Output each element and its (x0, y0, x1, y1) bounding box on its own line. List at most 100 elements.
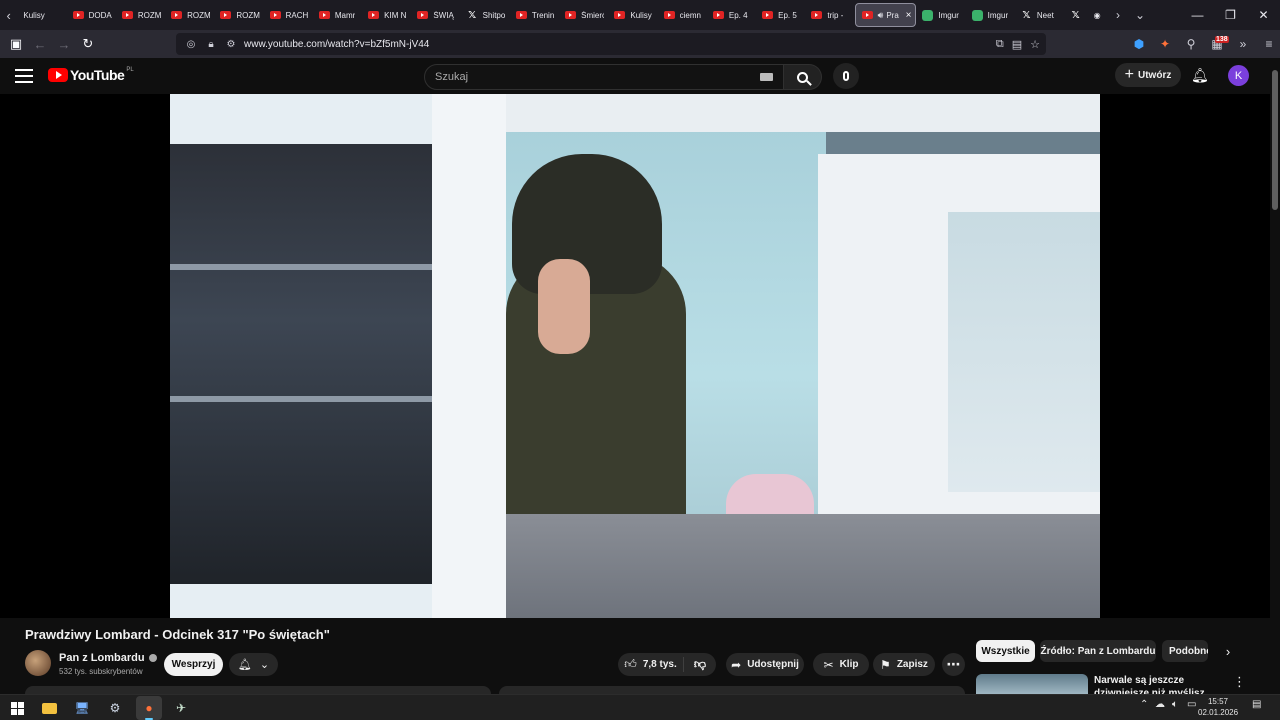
active-browser-tab[interactable]: 🔊︎ Pra × (854, 3, 917, 27)
close-window-icon[interactable]: ✕ (1247, 8, 1280, 22)
bookmark-star-icon[interactable]: ☆ (1030, 38, 1040, 51)
browser-tab[interactable]: Kulisy (608, 3, 657, 27)
share-button[interactable]: ➦ Udostępnij (726, 653, 804, 676)
menu-hamburger-icon[interactable] (15, 69, 33, 83)
browser-tab[interactable]: ŚWIĄ (411, 3, 460, 27)
minimize-icon[interactable]: — (1181, 8, 1214, 22)
speaker-icon[interactable]: 🔊︎ (878, 10, 884, 21)
badge-extension-icon[interactable]: ▦ 138 (1204, 36, 1230, 51)
search-button[interactable] (784, 64, 822, 90)
browser-tab[interactable]: DODA (67, 3, 116, 27)
browser-tab[interactable]: Ep. 4 (707, 3, 756, 27)
notification-center-icon[interactable]: ▤ (1252, 699, 1261, 710)
browser-tab[interactable]: ROZM (214, 3, 263, 27)
tab-label: Kulisy (630, 10, 652, 20)
permissions-icon[interactable]: ⚙ (224, 39, 238, 50)
channel-name[interactable]: Pan z Lombardu (59, 652, 145, 664)
description-box[interactable] (25, 686, 491, 694)
video-player[interactable] (0, 94, 1270, 618)
browser-tab[interactable]: ROZM (165, 3, 214, 27)
tab-scroll-left-icon[interactable]: ‹ (0, 0, 17, 30)
url-text[interactable]: www.youtube.com/watch?v=bZf5mN-jV44 (244, 39, 429, 50)
app-menu-icon[interactable]: ≡ (1256, 37, 1280, 51)
browser-tab[interactable]: ROZM (116, 3, 165, 27)
browser-tab[interactable]: Trenin (510, 3, 559, 27)
channel-name-row[interactable]: Pan z Lombardu (59, 652, 157, 664)
keyboard-icon[interactable] (760, 73, 773, 81)
browser-tab[interactable]: ciemn (658, 3, 707, 27)
browser-tab[interactable]: Ep. 5 (756, 3, 805, 27)
fox-extension-icon[interactable]: ✦ (1152, 37, 1178, 51)
chevron-right-icon[interactable]: › (1220, 644, 1236, 660)
recommendation-thumbnail[interactable] (976, 674, 1088, 694)
notifications-bell-icon[interactable]: 🔔︎ (1191, 67, 1209, 83)
tab-scroll-right-icon[interactable]: › (1107, 8, 1129, 22)
bookmark-icon: ⚑ (880, 657, 891, 672)
picture-in-picture-icon[interactable]: ⧉ (996, 38, 1004, 51)
back-icon[interactable]: ← (28, 30, 52, 58)
recommendation-menu-icon[interactable]: ⋮ (1233, 674, 1246, 690)
video-frame[interactable] (170, 94, 1100, 618)
overflow-menu-icon[interactable]: » (1230, 37, 1256, 51)
channel-avatar[interactable] (25, 650, 51, 676)
more-actions-button[interactable]: ⋯ (942, 653, 965, 676)
browser-tab[interactable]: 𝕏 Neet (1015, 3, 1064, 27)
thumbs-down-icon: 👎︎ (693, 657, 707, 671)
page-scrollbar[interactable] (1270, 58, 1280, 694)
list-all-tabs-icon[interactable]: ⌄ (1129, 8, 1151, 22)
adblock-shield-icon[interactable]: ⬢ (1126, 37, 1152, 51)
firefox-icon[interactable]: ● (140, 699, 158, 717)
share-arrow-icon: ➦ (731, 657, 742, 672)
browser-tab[interactable]: Imgur (916, 3, 965, 27)
scrollbar-thumb[interactable] (1272, 70, 1278, 210)
forward-icon[interactable]: → (52, 30, 76, 58)
browser-tab[interactable]: Mamr (313, 3, 362, 27)
windows-start-icon[interactable] (8, 699, 26, 717)
restore-icon[interactable]: ❐ (1214, 8, 1247, 22)
tray-cloud-icon[interactable]: ☁ (1155, 699, 1165, 710)
tray-chevron-up-icon[interactable]: ⌃ (1140, 699, 1148, 710)
browser-tab[interactable]: RACH (264, 3, 313, 27)
app-icon[interactable]: ✈ (172, 699, 190, 717)
browser-tab[interactable]: ◉ (1086, 3, 1107, 27)
monitor-app-icon[interactable]: 🖥︎ (73, 699, 91, 717)
chip-source[interactable]: Źródło: Pan z Lombardu (1040, 640, 1156, 662)
clip-button[interactable]: ✂ Klip (813, 653, 869, 676)
like-button[interactable]: 👍︎ 7,8 tys. (618, 657, 684, 672)
account-avatar[interactable]: K (1228, 65, 1249, 86)
sidebar-toggle-icon[interactable]: ▣ (4, 30, 28, 58)
notification-settings-button[interactable]: 🔔︎ ⌄ (229, 653, 278, 676)
taskbar-clock[interactable]: 15:57 02.01.2026 (1198, 696, 1238, 718)
recommendation-title[interactable]: Narwale są jeszcze dziwniejsze niż myśli… (1094, 674, 1228, 694)
lock-icon[interactable]: 🔒︎ (204, 39, 218, 50)
file-explorer-icon[interactable] (40, 699, 58, 717)
dislike-button[interactable]: 👎︎ (684, 657, 716, 672)
save-button[interactable]: ⚑ Zapisz (873, 653, 935, 676)
plus-icon: + (1124, 66, 1134, 83)
tracking-shield-icon[interactable]: ◎ (184, 39, 198, 50)
browser-tab[interactable]: Kulisy (17, 3, 66, 27)
browser-tab[interactable]: 𝕏 (1064, 3, 1085, 27)
volume-icon[interactable]: 🔈︎ (1172, 699, 1178, 710)
search-input[interactable] (425, 65, 745, 89)
browser-tab[interactable]: 𝕏 Shitpo (461, 3, 510, 27)
close-tab-icon[interactable]: × (906, 10, 912, 21)
chip-all[interactable]: Wszystkie (976, 640, 1035, 662)
browser-tab[interactable]: Śmierć (559, 3, 608, 27)
extensions-area: ⬢ ✦ ⚲ ▦ 138 » ≡ (1126, 30, 1280, 58)
support-button[interactable]: Wesprzyj (164, 653, 223, 676)
browser-tab[interactable]: trip - (805, 3, 854, 27)
network-icon[interactable]: ▭ (1187, 699, 1196, 710)
steam-icon[interactable]: ⚙ (106, 699, 124, 717)
extensions-puzzle-icon[interactable]: ⚲ (1178, 37, 1204, 51)
browser-tab[interactable]: KIM N (362, 3, 411, 27)
reload-icon[interactable]: ↻ (76, 30, 100, 58)
reader-view-icon[interactable]: ▤ (1012, 38, 1022, 51)
create-button[interactable]: + Utwórz (1115, 63, 1181, 87)
voice-search-button[interactable] (833, 63, 859, 89)
youtube-logo[interactable]: YouTube PL (48, 67, 134, 83)
comments-box[interactable] (499, 686, 965, 694)
browser-tab[interactable]: Imgur (966, 3, 1015, 27)
url-bar[interactable]: ◎ 🔒︎ ⚙ www.youtube.com/watch?v=bZf5mN-jV… (176, 33, 1046, 55)
chip-related[interactable]: Podobne (1162, 640, 1208, 662)
